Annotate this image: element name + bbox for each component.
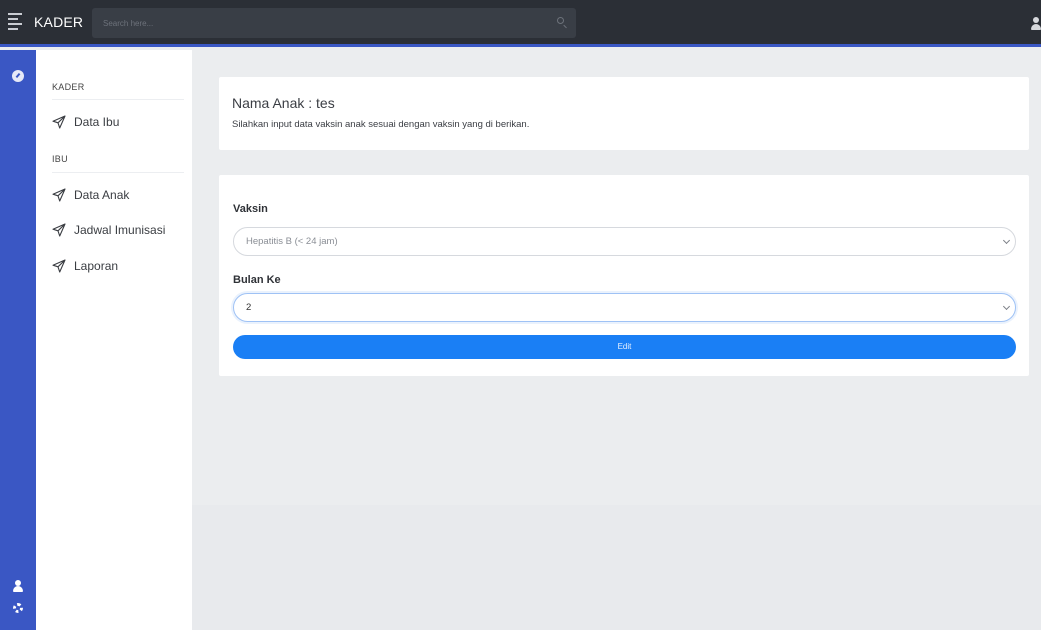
send-icon bbox=[52, 115, 66, 129]
sidebar: KADER Data Ibu IBU Data Anak Jadwal Imun… bbox=[36, 50, 192, 630]
search-box bbox=[92, 8, 576, 38]
sidebar-item-data-anak[interactable]: Data Anak bbox=[52, 186, 129, 204]
sidebar-section-kader: KADER bbox=[52, 82, 85, 92]
search-icon[interactable] bbox=[557, 17, 564, 24]
send-icon bbox=[52, 259, 66, 273]
vaksin-label: Vaksin bbox=[233, 203, 268, 215]
sidebar-item-label: Data Ibu bbox=[74, 115, 120, 129]
sidebar-item-label: Jadwal Imunisasi bbox=[74, 223, 166, 237]
edit-button[interactable]: Edit bbox=[233, 335, 1016, 359]
vaksin-selected-value: Hepatitis B (< 24 jam) bbox=[246, 236, 338, 247]
top-navbar: KADER bbox=[0, 0, 1041, 47]
sidebar-item-label: Data Anak bbox=[74, 188, 130, 202]
sidebar-item-laporan[interactable]: Laporan bbox=[52, 257, 118, 275]
gear-icon[interactable] bbox=[13, 603, 23, 613]
sidebar-item-label: Laporan bbox=[74, 259, 119, 273]
search-input[interactable] bbox=[92, 8, 532, 38]
divider bbox=[52, 172, 184, 173]
chevron-down-icon bbox=[1002, 302, 1011, 311]
bulan-ke-label: Bulan Ke bbox=[233, 274, 281, 286]
chevron-down-icon bbox=[1002, 236, 1011, 245]
page-instructions: Silahkan input data vaksin anak sesuai d… bbox=[232, 119, 530, 130]
user-icon[interactable] bbox=[12, 580, 24, 592]
user-menu-icon[interactable] bbox=[1030, 17, 1041, 30]
vaksin-select[interactable]: Hepatitis B (< 24 jam) bbox=[233, 227, 1016, 256]
send-icon bbox=[52, 188, 66, 202]
divider bbox=[52, 99, 184, 100]
icon-rail bbox=[0, 50, 36, 630]
page-title: Nama Anak : tes bbox=[232, 95, 335, 111]
brand-title[interactable]: KADER bbox=[34, 14, 83, 30]
vaccine-form-card: Vaksin Hepatitis B (< 24 jam) Bulan Ke 2… bbox=[219, 175, 1029, 376]
bulan-ke-selected-value: 2 bbox=[246, 302, 252, 313]
hamburger-menu-icon[interactable] bbox=[8, 13, 22, 30]
dashboard-icon[interactable] bbox=[12, 70, 24, 82]
sidebar-item-jadwal-imunisasi[interactable]: Jadwal Imunisasi bbox=[52, 221, 165, 239]
sidebar-section-ibu: IBU bbox=[52, 154, 68, 164]
page-background-lower bbox=[192, 505, 1041, 630]
bulan-ke-select[interactable]: 2 bbox=[233, 293, 1016, 322]
child-info-card: Nama Anak : tes Silahkan input data vaks… bbox=[219, 77, 1029, 150]
send-icon bbox=[52, 223, 66, 237]
sidebar-item-data-ibu[interactable]: Data Ibu bbox=[52, 113, 119, 131]
